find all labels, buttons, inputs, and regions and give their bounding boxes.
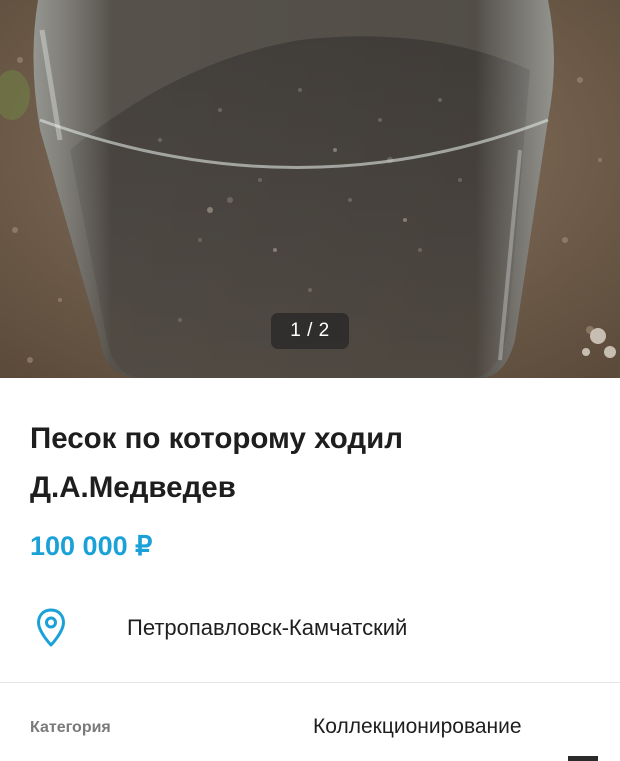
listing-title-line-1: Песок по которому ходил — [30, 422, 403, 455]
map-pin-icon — [37, 608, 65, 647]
location-text: Петропавловск-Камчатский — [127, 615, 408, 640]
section-divider — [0, 682, 620, 683]
photo-counter: 1 / 2 — [271, 313, 349, 349]
param-label: Категория — [30, 719, 111, 736]
scroll-indicator — [568, 756, 598, 761]
location-row[interactable]: Петропавловск-Камчатский — [0, 604, 620, 654]
listing-title: Песок по которому ходил Д.А.Медведев — [30, 414, 590, 512]
listing-title-line-2: Д.А.Медведев — [30, 471, 236, 504]
listing-price: 100 000 ₽ — [30, 531, 153, 561]
photo-gallery[interactable]: 1 / 2 — [0, 0, 620, 378]
listing-page: 1 / 2 Песок по которому ходил Д.А.Медвед… — [0, 0, 620, 761]
param-value: Коллекционирование — [313, 715, 522, 738]
param-row: Категория Коллекционирование — [0, 706, 620, 750]
